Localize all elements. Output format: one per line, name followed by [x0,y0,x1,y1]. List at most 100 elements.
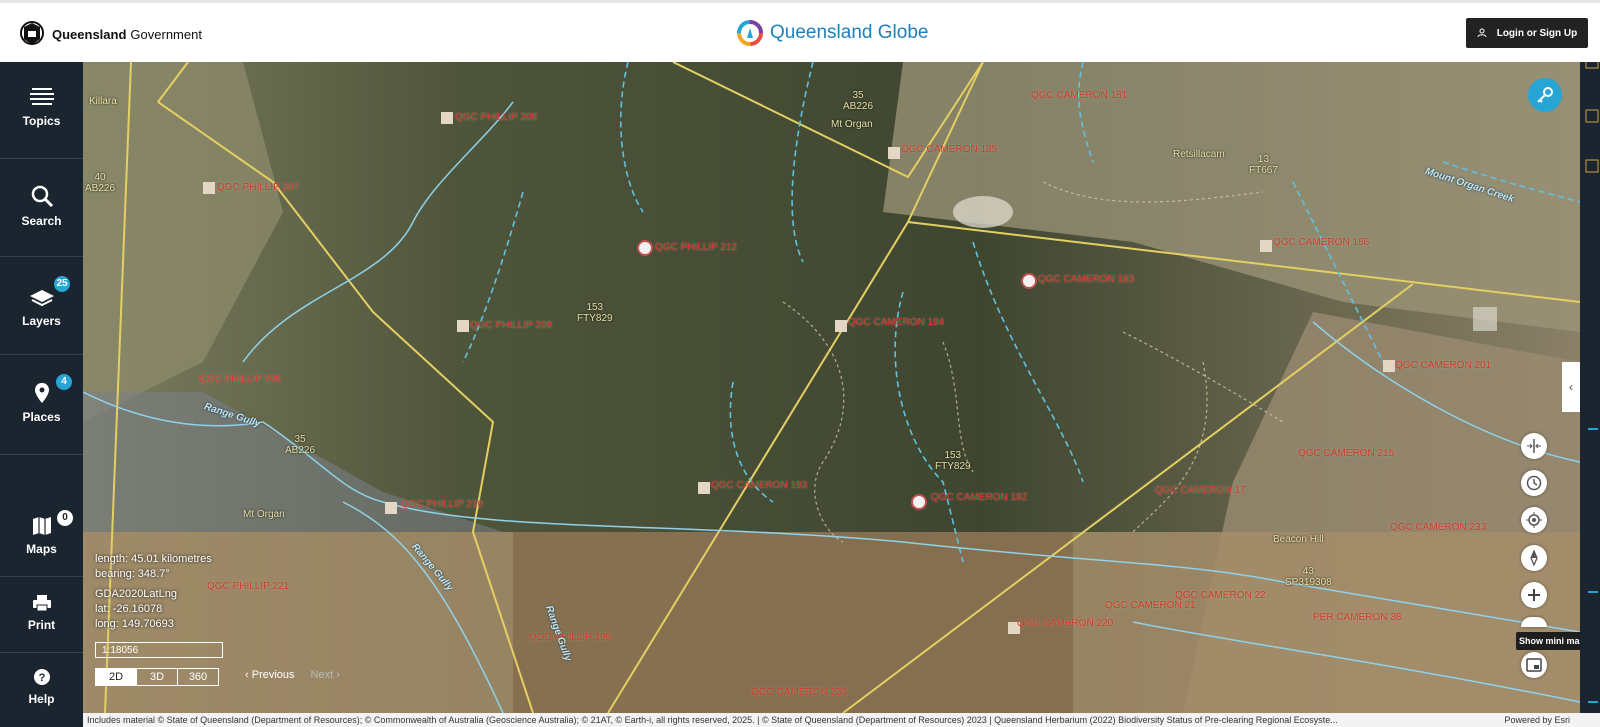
well-label[interactable]: PER CAMERON 38 [1313,612,1401,623]
place-label: Beacon Hill [1273,534,1324,545]
login-button[interactable]: Login or Sign Up [1466,18,1588,48]
attribution-text: Includes material © State of Queensland … [87,715,1338,725]
sidebar-item-places[interactable]: Places [0,382,83,424]
well-label[interactable]: QGC PHILLIP 207 [217,182,299,193]
well-label[interactable]: QGC CAMERON 181 [1031,90,1127,101]
sidebar-item-topics[interactable]: Topics [0,86,83,128]
mode-3d-button[interactable]: 3D [137,669,178,685]
chevron-left-icon: ‹ [1569,380,1573,394]
well-label[interactable]: QGC CAMERON 182 [931,492,1027,503]
parcel-label: 40 AB226 [85,172,116,194]
topics-icon [29,88,54,105]
powered-by-esri[interactable]: Powered by Esri [1498,713,1570,727]
split-icon [1527,439,1541,453]
help-icon: ? [33,669,50,685]
sidebar-item-label: Print [27,618,56,632]
longitude-readout: long: 149.70693 [95,618,174,630]
measurement-readout: length: 45.01 kilometres bearing: 348.7°… [95,552,212,632]
well-label[interactable]: QGC CAMERON 233 [1390,522,1486,533]
qld-government-logo[interactable]: Queensland Government [16,19,202,49]
mini-map-tooltip: Show mini map [1516,632,1580,650]
zoom-in-button[interactable] [1521,582,1547,608]
right-panel-strip [1580,57,1600,713]
maps-count-badge: 0 [57,510,73,526]
sidebar-divider [0,576,83,577]
scale-input[interactable]: 1:18056 [95,642,223,658]
mini-map-icon [1526,658,1542,672]
compass-button[interactable] [1521,545,1547,571]
well-label[interactable]: QGC PHILLIP 210 [401,499,483,510]
well-label[interactable]: QGC CAMERON 201 [1395,360,1491,371]
sidebar-item-label: Help [28,692,55,706]
well-label[interactable]: QGC PHILLIP 221 [207,581,289,592]
gov-brand-bold: Queensland [52,26,127,42]
sidebar: Topics Search Layers 25 Places 4 Maps 0 [0,62,83,727]
print-icon [32,595,51,612]
mode-360-button[interactable]: 360 [178,669,218,685]
map-view[interactable]: Killara Mt Organ Retsillacam Mt Organ Be… [83,62,1580,713]
svg-text:?: ? [38,672,45,684]
sidebar-item-layers[interactable]: Layers [0,288,83,328]
well-label[interactable]: QGC CAMERON 186 [1273,237,1369,248]
mode-2d-button[interactable]: 2D [96,669,137,685]
well-label[interactable]: QGC PHILLIP 212 [655,242,737,253]
sidebar-item-label: Maps [26,542,57,556]
split-view-button[interactable] [1521,433,1547,459]
globe-logo-icon [737,20,763,46]
well-label[interactable]: QGC PHILLIP 209 [470,320,552,331]
next-button[interactable]: Next › [311,669,340,681]
well-label[interactable]: QGC CAMERON 220 [1017,618,1113,629]
measure-length: length: 45.01 kilometres [95,553,212,565]
collapse-panel-button[interactable]: ‹ [1562,362,1580,412]
map-icon [32,517,51,535]
time-slider-button[interactable] [1521,470,1547,496]
well-label[interactable]: QGC CAMERON 21 [1105,600,1196,611]
clock-icon [1526,475,1542,491]
sidebar-item-label: Layers [22,314,61,328]
previous-button[interactable]: ‹ Previous [245,669,295,681]
well-label[interactable]: QGC CAMERON 215 [1298,448,1394,459]
well-label[interactable]: QGC PHILLIP 199 [529,632,611,643]
view-pager: ‹ Previous Next › [245,669,340,681]
well-label[interactable]: QGC PHILLIP 208 [455,112,537,123]
parcel-label: 43 SP319308 [1285,566,1332,588]
well-label[interactable]: QGC CAMERON 194 [848,317,944,328]
sidebar-divider [0,454,83,455]
sidebar-item-search[interactable]: Search [0,184,83,228]
sidebar-divider [0,652,83,653]
sidebar-divider [0,256,83,257]
well-label[interactable]: QGC CAMERON 183 [1038,274,1134,285]
well-label[interactable]: QGC PHILLIP 206 [199,374,281,385]
sidebar-item-label: Places [22,410,61,424]
mini-map-button[interactable] [1521,652,1547,678]
key-button[interactable] [1528,78,1562,112]
app-title: Queensland Globe [736,19,928,47]
sidebar-item-help[interactable]: ? Help [0,668,83,706]
measure-bearing: bearing: 348.7° [95,568,170,580]
latitude-readout: lat: -26.16078 [95,603,163,615]
plus-icon [1528,589,1540,601]
compass-icon [1530,550,1538,566]
layers-count-badge: 25 [54,276,70,292]
well-label[interactable]: QGC CAMERON 193 [711,480,807,491]
well-label[interactable]: QGC CAMERON 22 [1175,590,1266,601]
app-title-text: Queensland Globe [770,22,929,43]
parcel-label: 153 FTY829 [577,302,613,324]
locate-me-button[interactable] [1521,507,1547,533]
coordinate-system[interactable]: GDA2020LatLng [95,587,212,602]
login-label: Login or Sign Up [1496,27,1578,39]
parcel-label: 35 AB226 [843,90,874,112]
well-label[interactable]: QGC CAMERON 232 [751,687,847,698]
well-label[interactable]: QGC CAMERON 185 [901,144,997,155]
parcel-label: 35 AB226 [285,434,316,456]
layers-icon [29,290,54,307]
zoom-out-button[interactable] [1521,617,1547,627]
well-label[interactable]: QGC CAMERON 17 [1155,485,1246,496]
pin-icon [34,383,49,403]
sidebar-divider [0,158,83,159]
sidebar-divider [0,354,83,355]
place-label: Killara [89,96,117,107]
gov-brand-rest: Government [130,26,202,42]
sidebar-item-print[interactable]: Print [0,594,83,632]
place-label: Retsillacam [1173,149,1225,160]
